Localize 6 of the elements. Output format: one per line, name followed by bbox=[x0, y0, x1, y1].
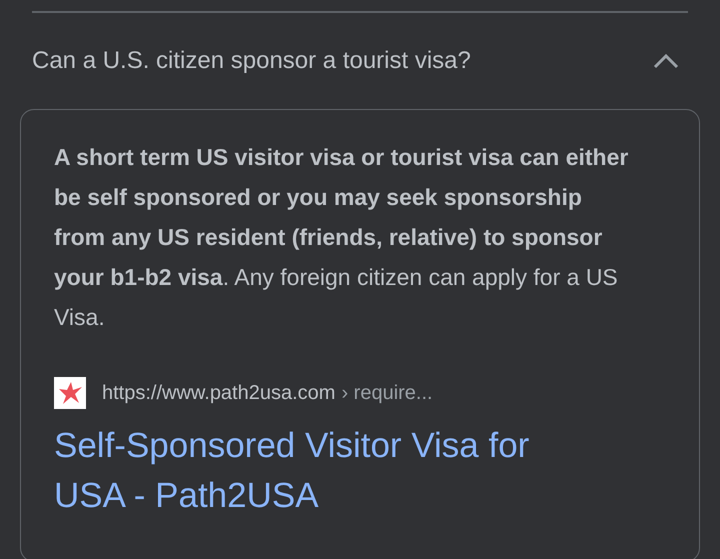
question-text: Can a U.S. citizen sponsor a tourist visa? bbox=[32, 47, 471, 75]
source-url: https://www.path2usa.com bbox=[102, 382, 336, 404]
chevron-up-icon[interactable] bbox=[653, 53, 679, 69]
source-path: › require... bbox=[341, 382, 433, 404]
result-link[interactable]: Self-Sponsored Visitor Visa for USA - Path2USA bbox=[54, 421, 602, 521]
answer-snippet: A short term US visitor visa or tourist visa can either be self sponsored or you may seek sponsorship from any US resident (friends, relative) to sponsor your b1-b2 visa. Any foreign citizen can apply for a US Visa. bbox=[54, 143, 630, 332]
